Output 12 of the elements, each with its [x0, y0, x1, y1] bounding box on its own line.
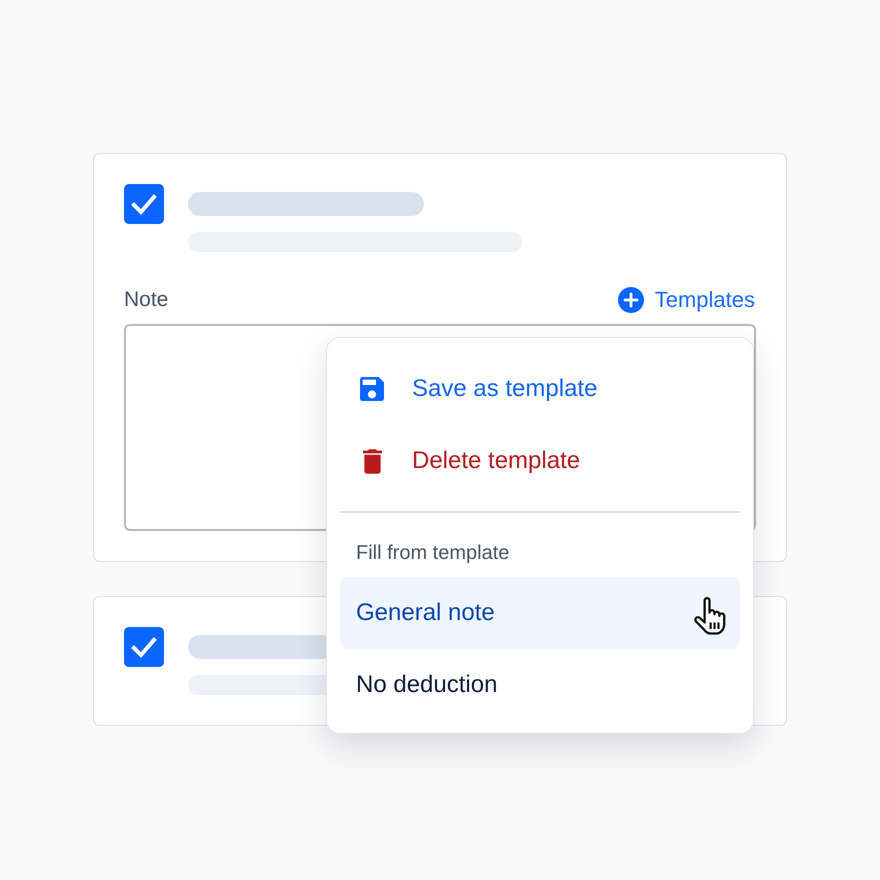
- hand-cursor-icon: [694, 596, 726, 634]
- trash-can-icon: [362, 448, 382, 474]
- note-label: Note: [124, 287, 168, 313]
- menu-item[interactable]: Delete template: [340, 425, 740, 497]
- checkbox[interactable]: [124, 627, 164, 667]
- template-option[interactable]: General note: [340, 576, 740, 648]
- checkbox[interactable]: [124, 184, 164, 224]
- plus-circle-icon: [618, 287, 644, 313]
- templates-button[interactable]: Templates: [618, 287, 755, 313]
- template-option[interactable]: No deduction: [340, 648, 740, 720]
- menu-item[interactable]: Save as template: [340, 353, 740, 425]
- menu-section-heading: Fill from template: [356, 540, 510, 564]
